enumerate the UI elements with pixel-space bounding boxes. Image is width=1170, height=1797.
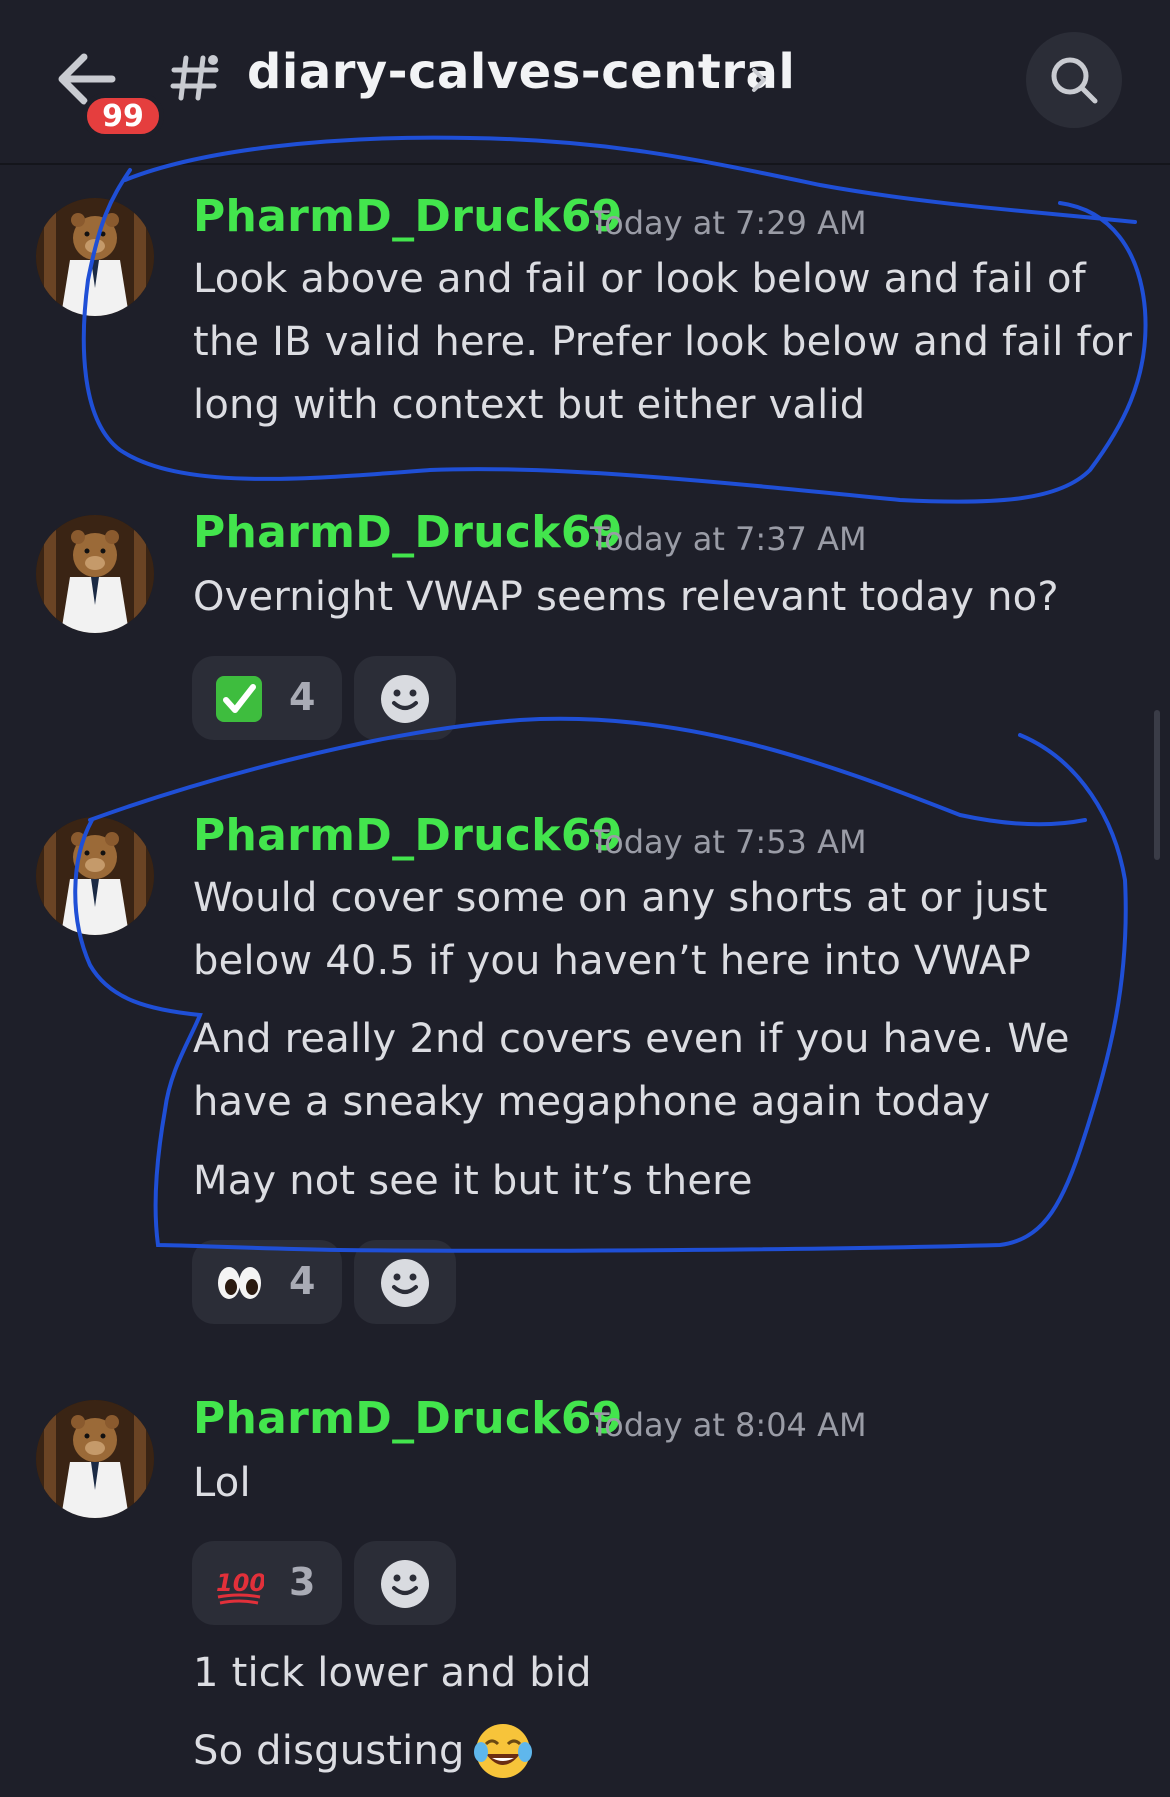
avatar[interactable] — [36, 1400, 154, 1518]
timestamp: Today at 8:04 AM — [590, 1406, 867, 1444]
add-reaction-button[interactable] — [354, 656, 456, 740]
smiley-add-reaction-icon — [381, 1560, 429, 1608]
add-reaction-button[interactable] — [354, 1240, 456, 1324]
reaction-count: 4 — [289, 675, 316, 719]
bear-doctor-avatar-icon — [36, 1400, 154, 1518]
check-mark-button-emoji — [216, 676, 262, 722]
chevron-right-icon[interactable] — [748, 62, 772, 98]
bear-doctor-avatar-icon — [36, 817, 154, 935]
bear-doctor-avatar-icon — [36, 198, 154, 316]
smiley-add-reaction-icon — [381, 675, 429, 723]
message-text: have a sneaky megaphone again today — [193, 1079, 991, 1125]
username[interactable]: PharmD_Druck69 — [193, 191, 623, 242]
reaction-hundred[interactable]: 100 3 — [192, 1541, 342, 1625]
reaction-eyes[interactable]: 4 — [192, 1240, 342, 1324]
message-text: Lol — [193, 1460, 251, 1506]
search-button[interactable] — [1026, 32, 1122, 128]
reaction-count: 3 — [289, 1560, 316, 1604]
timestamp: Today at 7:53 AM — [590, 823, 867, 861]
tears-of-joy-emoji — [474, 1724, 532, 1778]
message-text: 1 tick lower and bid — [193, 1650, 592, 1696]
reaction-check[interactable]: 4 — [192, 656, 342, 740]
message-text: And really 2nd covers even if you have. … — [193, 1016, 1070, 1062]
message-text: the IB valid here. Prefer look below and… — [193, 319, 1133, 365]
username[interactable]: PharmD_Druck69 — [193, 810, 623, 861]
avatar[interactable] — [36, 515, 154, 633]
hundred-points-emoji: 100 — [216, 1569, 264, 1605]
message-text: Would cover some on any shorts at or jus… — [193, 875, 1048, 921]
timestamp: Today at 7:37 AM — [590, 520, 867, 558]
scrollbar[interactable] — [1154, 710, 1160, 860]
message-text: May not see it but it’s there — [193, 1158, 753, 1204]
avatar[interactable] — [36, 817, 154, 935]
message-text: long with context but either valid — [193, 382, 866, 428]
eyes-emoji — [218, 1267, 261, 1299]
svg-text:100: 100 — [216, 1569, 264, 1597]
unread-badge: 99 — [82, 93, 164, 139]
add-reaction-button[interactable] — [354, 1541, 456, 1625]
username[interactable]: PharmD_Druck69 — [193, 1393, 623, 1444]
channel-name[interactable]: diary-calves-central — [247, 44, 795, 100]
channel-header: 99 diary-calves-central — [0, 0, 1170, 165]
message-text: Look above and fail or look below and fa… — [193, 256, 1086, 302]
reaction-count: 4 — [289, 1259, 316, 1303]
timestamp: Today at 7:29 AM — [590, 204, 867, 242]
hashtag-icon — [170, 55, 219, 101]
bear-doctor-avatar-icon — [36, 515, 154, 633]
message-text: So disgusting — [193, 1728, 465, 1774]
smiley-add-reaction-icon — [381, 1259, 429, 1307]
message-text: below 40.5 if you haven’t here into VWAP — [193, 938, 1031, 984]
username[interactable]: PharmD_Druck69 — [193, 507, 623, 558]
avatar[interactable] — [36, 198, 154, 316]
search-icon — [1051, 57, 1098, 104]
message-text: Overnight VWAP seems relevant today no? — [193, 574, 1059, 620]
